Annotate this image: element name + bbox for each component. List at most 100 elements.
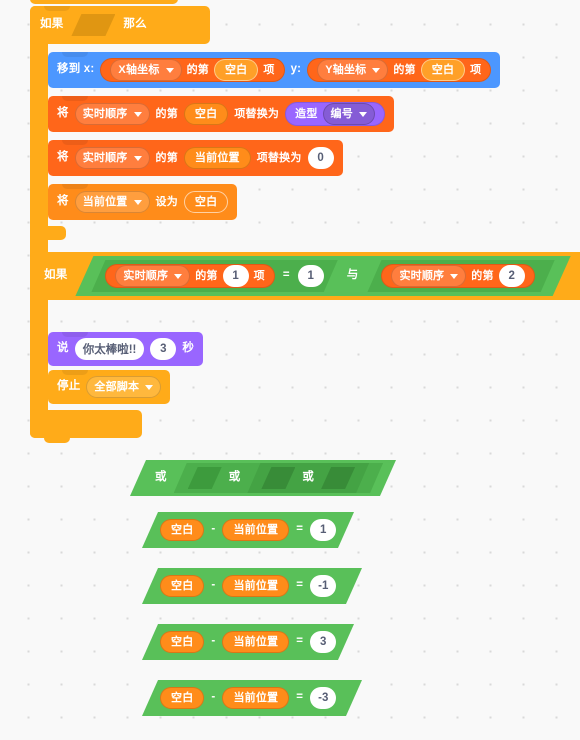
comparison-row[interactable]: 空白 - 当前位置 = 3 <box>142 624 354 660</box>
goto-xy-block[interactable]: 移到 x: X轴坐标 的第 空白 项 y: Y轴坐标 的第 空白 项 <box>48 52 501 88</box>
replace-item-costume-block[interactable]: 将 实时顺序 的第 空白 项替换为 造型 编号 <box>48 96 394 132</box>
replace0-index-variable[interactable]: 当前位置 <box>183 147 251 169</box>
or-chain-block[interactable]: 或 或 或 <box>130 460 396 496</box>
right-index-input[interactable]: 2 <box>499 265 525 287</box>
replace0-value-input[interactable]: 0 <box>307 147 334 169</box>
x-index-variable[interactable]: 空白 <box>213 59 259 81</box>
replace-of-label: 的第 <box>155 107 178 120</box>
compare-right-label: 当前位置 <box>233 691 279 704</box>
compare-left-variable[interactable]: 空白 <box>160 687 204 709</box>
left-list-dropdown[interactable]: 实时顺序 <box>115 265 190 287</box>
replace0-list-dropdown[interactable]: 实时顺序 <box>74 147 150 169</box>
comparison-row[interactable]: 空白 - 当前位置 = 1 <box>142 512 354 548</box>
or-empty-slot-2[interactable] <box>188 467 222 489</box>
y-index-label: 空白 <box>431 63 455 76</box>
compare-right-variable[interactable]: 当前位置 <box>222 575 289 597</box>
left-of-label-b: 项 <box>253 269 265 282</box>
compare-right-variable[interactable]: 当前位置 <box>222 631 289 653</box>
block-notch-bottom <box>44 438 70 443</box>
minus-operator: - <box>211 523 216 536</box>
item-of-y-list-reporter[interactable]: Y轴坐标 的第 空白 项 <box>307 58 492 82</box>
costume-property: 编号 <box>330 107 353 120</box>
partial-block-above[interactable] <box>30 0 178 4</box>
and-operator-block[interactable]: 实时顺序 的第 1 项 = 1 与 实时顺序 的第 2 <box>75 256 570 296</box>
compare-left-variable[interactable]: 空白 <box>160 575 204 597</box>
inner-if-block-spine[interactable] <box>30 300 48 410</box>
compare-value-input[interactable]: 3 <box>310 631 336 653</box>
x-index-label: 空白 <box>224 63 248 76</box>
equals-operator-right[interactable]: 实时顺序 的第 2 <box>367 260 554 292</box>
block-workspace[interactable]: 如果 那么 移到 x: X轴坐标 的第 空白 项 y: Y轴坐标 的第 空白 项… <box>0 0 580 740</box>
or-nested-block-3[interactable]: 或 <box>247 463 369 493</box>
set-variable-block[interactable]: 将 当前位置 设为 空白 <box>48 184 238 220</box>
block-notch <box>62 332 88 337</box>
x-list-dropdown[interactable]: X轴坐标 <box>110 59 182 81</box>
y-of-label-b: 项 <box>470 63 482 76</box>
stop-option-dropdown[interactable]: 全部脚本 <box>86 376 162 398</box>
replace-with-label: 项替换为 <box>234 107 280 120</box>
stop-block[interactable]: 停止 全部脚本 <box>48 370 171 404</box>
x-list-name: X轴坐标 <box>118 63 160 76</box>
stop-label: 停止 <box>57 380 81 393</box>
if-keyword-label: 如果 <box>40 18 64 31</box>
goto-label: 移到 x: <box>57 63 95 76</box>
left-index-input[interactable]: 1 <box>223 265 249 287</box>
replace-index-variable[interactable]: 空白 <box>183 103 229 125</box>
then-keyword-label: 那么 <box>123 18 147 31</box>
comparison-row[interactable]: 空白 - 当前位置 = -1 <box>142 568 362 604</box>
left-compare-input[interactable]: 1 <box>298 265 324 287</box>
compare-value-input[interactable]: 1 <box>310 519 336 541</box>
right-list-dropdown[interactable]: 实时顺序 <box>391 265 466 287</box>
item-of-x-list-reporter[interactable]: X轴坐标 的第 空白 项 <box>100 58 285 82</box>
compare-value-input[interactable]: -3 <box>310 687 336 709</box>
minus-operator: - <box>211 579 216 592</box>
say-for-seconds-block[interactable]: 说 你太棒啦!! 3 秒 <box>48 332 204 366</box>
say-seconds-label: 秒 <box>182 342 195 355</box>
setvar-value-input[interactable]: 空白 <box>183 191 229 213</box>
item-of-list-reporter-right[interactable]: 实时顺序 的第 2 <box>381 264 534 288</box>
right-list-name: 实时顺序 <box>399 269 445 282</box>
compare-right-variable[interactable]: 当前位置 <box>222 519 289 541</box>
chevron-down-icon <box>133 155 142 161</box>
outer-if-midbar[interactable] <box>30 226 66 240</box>
say-seconds-input[interactable]: 3 <box>150 338 177 360</box>
chevron-down-icon <box>133 111 142 117</box>
equals-operator-left[interactable]: 实时顺序 的第 1 项 = 1 <box>91 260 337 292</box>
replace0-list-name: 实时顺序 <box>82 151 128 164</box>
costume-property-dropdown[interactable]: 编号 <box>322 103 375 125</box>
setvar-variable-dropdown[interactable]: 当前位置 <box>74 191 150 213</box>
compare-value-input[interactable]: -1 <box>310 575 336 597</box>
say-message-input[interactable]: 你太棒啦!! <box>74 338 145 360</box>
left-list-name: 实时顺序 <box>123 269 169 282</box>
or-nested-block-2[interactable]: 或 或 <box>174 463 383 493</box>
costume-label: 造型 <box>295 107 318 120</box>
if-condition-empty-slot[interactable] <box>71 14 115 36</box>
inner-if-block-header[interactable]: 如果 实时顺序 的第 1 项 = 1 与 实时顺序 的第 2 <box>30 252 580 300</box>
block-notch <box>62 370 88 375</box>
equals-operator: = <box>296 691 304 704</box>
item-of-list-reporter-left[interactable]: 实时顺序 的第 1 项 <box>105 264 274 288</box>
compare-left-variable[interactable]: 空白 <box>160 631 204 653</box>
comparison-row[interactable]: 空白 - 当前位置 = -3 <box>142 680 362 716</box>
x-of-label-b: 项 <box>263 63 275 76</box>
compare-right-variable[interactable]: 当前位置 <box>222 687 289 709</box>
replace-label-set: 将 <box>57 107 69 120</box>
right-of-label-a: 的第 <box>471 269 494 282</box>
or-empty-slot-3[interactable] <box>261 467 295 489</box>
equals-operator: = <box>296 635 304 648</box>
or-empty-slot-4[interactable] <box>321 467 355 489</box>
minus-operator: - <box>211 635 216 648</box>
compare-left-variable[interactable]: 空白 <box>160 519 204 541</box>
y-index-variable[interactable]: 空白 <box>420 59 466 81</box>
replace-list-dropdown[interactable]: 实时顺序 <box>74 103 150 125</box>
left-of-label-a: 的第 <box>195 269 218 282</box>
replace-item-zero-block[interactable]: 将 实时顺序 的第 当前位置 项替换为 0 <box>48 140 343 176</box>
chevron-down-icon <box>145 384 154 390</box>
costume-number-reporter[interactable]: 造型 编号 <box>285 102 385 126</box>
compare-left-label: 空白 <box>171 523 194 536</box>
inner-if-keyword: 如果 <box>44 269 68 282</box>
chevron-down-icon <box>372 67 381 73</box>
y-list-dropdown[interactable]: Y轴坐标 <box>317 59 389 81</box>
block-notch <box>62 96 88 101</box>
outer-if-block-footer[interactable] <box>30 410 142 443</box>
